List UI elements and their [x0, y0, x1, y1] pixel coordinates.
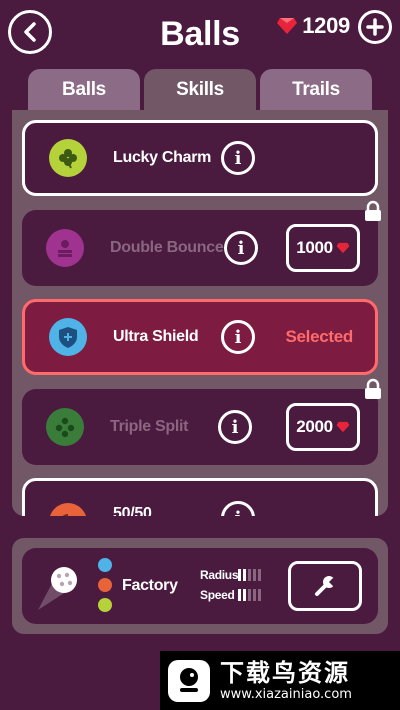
radius-level-bar	[238, 569, 261, 581]
skills-list-panel[interactable]: Lucky Charm i Double Bounce i 1000 Ultra…	[12, 110, 388, 516]
buy-button[interactable]: 2000	[286, 403, 360, 451]
tab-balls[interactable]: Balls	[28, 69, 140, 111]
info-button[interactable]: i	[218, 410, 252, 444]
stat-label: Radius	[200, 568, 239, 582]
skill-name: Lucky Charm	[113, 149, 212, 166]
split-icon	[46, 408, 84, 446]
ruby-gem-icon	[277, 18, 298, 34]
shield-icon	[49, 318, 87, 356]
watermark-logo-icon	[168, 659, 210, 702]
factory-upgrade-button[interactable]	[288, 561, 362, 611]
tab-skills[interactable]: Skills	[144, 69, 256, 111]
info-button[interactable]: i	[224, 231, 258, 265]
selected-status: Selected	[285, 327, 353, 346]
wrench-icon	[315, 576, 338, 596]
clover-icon	[49, 139, 87, 177]
info-icon: i	[231, 416, 239, 438]
lock-icon	[365, 378, 381, 399]
info-button[interactable]: i	[221, 141, 255, 175]
factory-panel: Factory Radius Speed	[12, 538, 388, 634]
shield-icon	[98, 558, 112, 572]
skill-card-double-bounce[interactable]: Double Bounce i 1000	[22, 210, 378, 286]
skill-name: 50/50	[113, 505, 152, 516]
info-icon: i	[234, 326, 242, 348]
price-value: 1000	[296, 238, 333, 257]
lock-icon	[365, 200, 381, 221]
info-icon: i	[237, 237, 245, 259]
ball-icon	[38, 567, 77, 610]
gem-count-value: 1209	[302, 13, 350, 38]
gem-balance: 1209	[276, 14, 350, 38]
info-icon: i	[235, 508, 242, 517]
speed-level-bar	[238, 589, 261, 601]
ruby-gem-icon	[336, 242, 350, 254]
skill-card-lucky-charm[interactable]: Lucky Charm i	[22, 120, 378, 196]
stack-icon	[46, 229, 84, 267]
half-circle-icon	[49, 503, 87, 516]
ruby-gem-icon	[336, 421, 350, 433]
speed-stat: Speed	[200, 588, 261, 602]
skill-name: Ultra Shield	[113, 328, 199, 345]
plus-icon	[366, 18, 384, 36]
skill-name: Triple Split	[110, 418, 189, 435]
tab-trails[interactable]: Trails	[260, 69, 372, 111]
skill-card-ultra-shield[interactable]: Ultra Shield i Selected	[22, 299, 378, 375]
factory-label: Factory	[122, 577, 178, 594]
stat-label: Speed	[200, 588, 235, 602]
watermark-url: www.xiazainiao.com	[220, 687, 352, 702]
watermark-text: 下载鸟资源	[220, 659, 350, 687]
info-button[interactable]: i	[221, 501, 255, 516]
price-value: 2000	[296, 417, 333, 436]
info-icon: i	[234, 147, 242, 169]
skill-name: Double Bounce	[110, 239, 224, 256]
watermark: 下载鸟资源 www.xiazainiao.com	[160, 651, 400, 710]
radius-stat: Radius	[200, 568, 261, 582]
factory-card: Factory Radius Speed	[22, 548, 378, 624]
info-button[interactable]: i	[221, 320, 255, 354]
buy-button[interactable]: 1000	[286, 224, 360, 272]
skill-card-triple-split[interactable]: Triple Split i 2000	[22, 389, 378, 465]
clover-icon	[98, 598, 112, 612]
half-circle-icon	[98, 578, 112, 592]
skill-card-50-50[interactable]: 50/50 i	[22, 478, 378, 516]
add-gems-button[interactable]	[358, 10, 392, 44]
